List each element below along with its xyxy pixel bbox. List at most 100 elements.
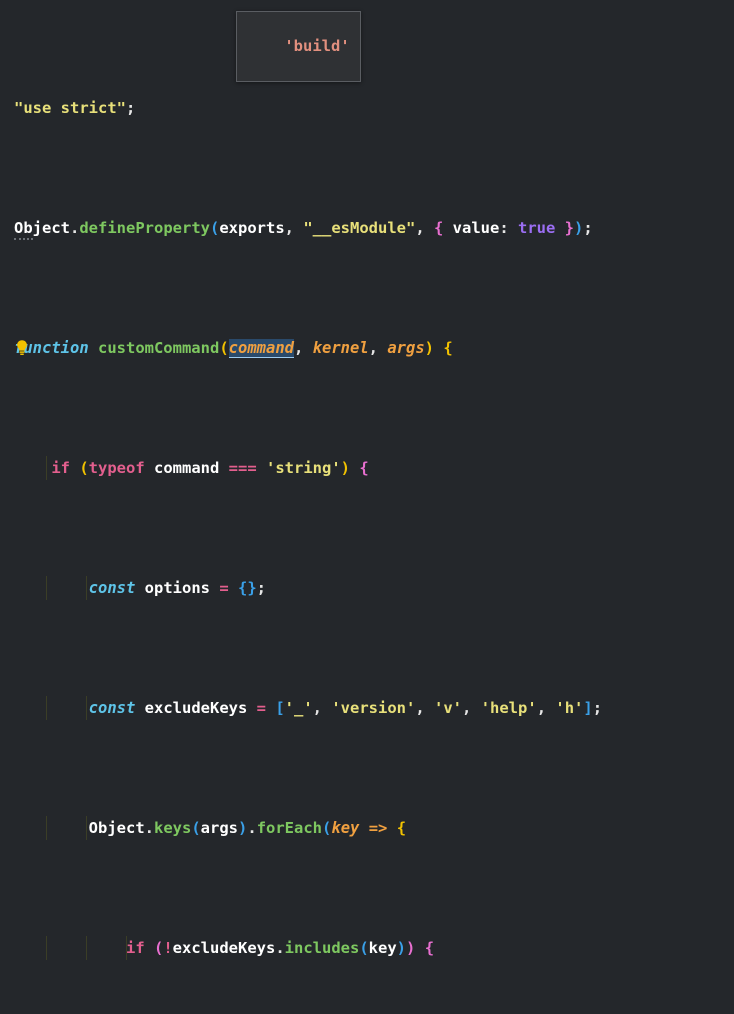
token-operator: === (228, 459, 257, 477)
token-param: args (387, 339, 425, 357)
token-string: "use strict" (14, 99, 126, 117)
token-identifier: options (135, 579, 220, 597)
token-keyword: typeof (88, 459, 145, 477)
token-keyword: const (88, 699, 136, 717)
indent-guide (86, 696, 87, 720)
token-identifier: key (368, 939, 397, 957)
token-string: "__esModule" (303, 219, 416, 237)
tooltip-text: 'build' (284, 37, 350, 55)
token-punct: ; (592, 699, 603, 717)
token-punct: , (415, 699, 435, 717)
token-paren: ( (359, 939, 369, 957)
token-operator: = (219, 579, 229, 597)
value-hover-popup[interactable]: 'build' (236, 11, 361, 82)
token-punct: , (415, 219, 434, 237)
indent-guide (86, 936, 87, 960)
token-method: forEach (256, 819, 323, 837)
token-punct: , (536, 699, 556, 717)
token-identifier: Object (88, 819, 145, 837)
token-punct: ; (583, 219, 593, 237)
indent-guide (46, 696, 47, 720)
token-param-highlighted[interactable]: command (228, 339, 294, 358)
token-param: key (331, 819, 360, 837)
token-paren: ( (219, 339, 229, 357)
token-paren: ) (238, 819, 248, 837)
token-param: kernel (312, 339, 369, 357)
token-paren: ( (322, 819, 332, 837)
token-brace: { (434, 219, 444, 237)
token-method: keys (154, 819, 192, 837)
token-property: value (443, 219, 500, 237)
token-identifier: exports (219, 219, 285, 237)
token-bracket: ] (583, 699, 593, 717)
indent-guide (86, 816, 87, 840)
token-arrow: => (359, 819, 397, 837)
code-line[interactable]: "use strict"; (0, 96, 734, 120)
token-paren: ( (144, 939, 164, 957)
code-editor[interactable]: "use strict"; Object.defineProperty(expo… (0, 0, 734, 960)
indent-guide (46, 576, 47, 600)
token-string: 'v' (434, 699, 463, 717)
token-brace: {} (228, 579, 257, 597)
code-line[interactable]: if (typeof command === 'string') { (0, 456, 734, 480)
token-paren: ) (396, 939, 407, 957)
token-string: 'version' (331, 699, 416, 717)
token-method: includes (284, 939, 360, 957)
indent-guide (126, 936, 127, 960)
token-identifier-warned: Ob (14, 219, 33, 240)
token-string: 'string' (256, 459, 341, 477)
token-paren: ) (406, 939, 416, 957)
token-brace: { (350, 459, 369, 477)
token-identifier: excludeKeys (172, 939, 276, 957)
token-keyword: const (88, 579, 136, 597)
token-paren: ) (340, 459, 351, 477)
token-punct: , (368, 339, 388, 357)
token-punct: : (499, 219, 519, 237)
token-punct: , (293, 339, 313, 357)
token-identifier: args (200, 819, 238, 837)
code-line[interactable]: const excludeKeys = ['_', 'version', 'v'… (0, 696, 734, 720)
indent-guide (46, 936, 47, 960)
token-paren: ( (191, 819, 201, 837)
token-punct: . (275, 939, 285, 957)
token-string: 'help' (480, 699, 537, 717)
token-brace: { (396, 819, 407, 837)
token-operator: = (256, 699, 266, 717)
token-string: '_' (284, 699, 313, 717)
token-identifier: command (144, 459, 229, 477)
token-paren: ) (424, 339, 434, 357)
token-identifier: ject (32, 219, 70, 237)
token-punct: ; (256, 579, 267, 597)
token-punct: . (247, 819, 257, 837)
token-brace: { (415, 939, 435, 957)
token-punct: ; (125, 99, 136, 117)
token-string: 'h' (555, 699, 584, 717)
indent-guide (86, 576, 87, 600)
lightbulb-icon[interactable] (15, 339, 29, 357)
indent-guide (46, 456, 47, 480)
token-punct: . (144, 819, 154, 837)
token-boolean: true (518, 219, 556, 237)
indent-guide (46, 816, 47, 840)
code-line[interactable]: if (!excludeKeys.includes(key)) { (0, 936, 734, 960)
token-operator: ! (163, 939, 173, 957)
code-line[interactable]: const options = {}; (0, 576, 734, 600)
code-surface[interactable]: "use strict"; Object.defineProperty(expo… (0, 0, 734, 960)
code-line[interactable]: Object.keys(args).forEach(key => { (0, 816, 734, 840)
token-keyword: if (51, 459, 70, 477)
token-identifier: excludeKeys (135, 699, 257, 717)
token-keyword: if (125, 939, 145, 957)
token-brace: { (434, 339, 453, 357)
code-line[interactable]: function customCommand(command, kernel, … (0, 336, 734, 360)
token-bracket: [ (266, 699, 285, 717)
token-punct: . (70, 219, 80, 237)
token-punct: , (462, 699, 481, 717)
token-method: defineProperty (79, 219, 210, 237)
token-paren: ) (574, 219, 584, 237)
token-function-name: customCommand (88, 339, 220, 357)
token-punct: , (284, 219, 304, 237)
token-paren: ( (70, 459, 89, 477)
token-brace: } (555, 219, 575, 237)
token-paren: ( (210, 219, 220, 237)
code-line[interactable]: Object.defineProperty(exports, "__esModu… (0, 216, 734, 240)
